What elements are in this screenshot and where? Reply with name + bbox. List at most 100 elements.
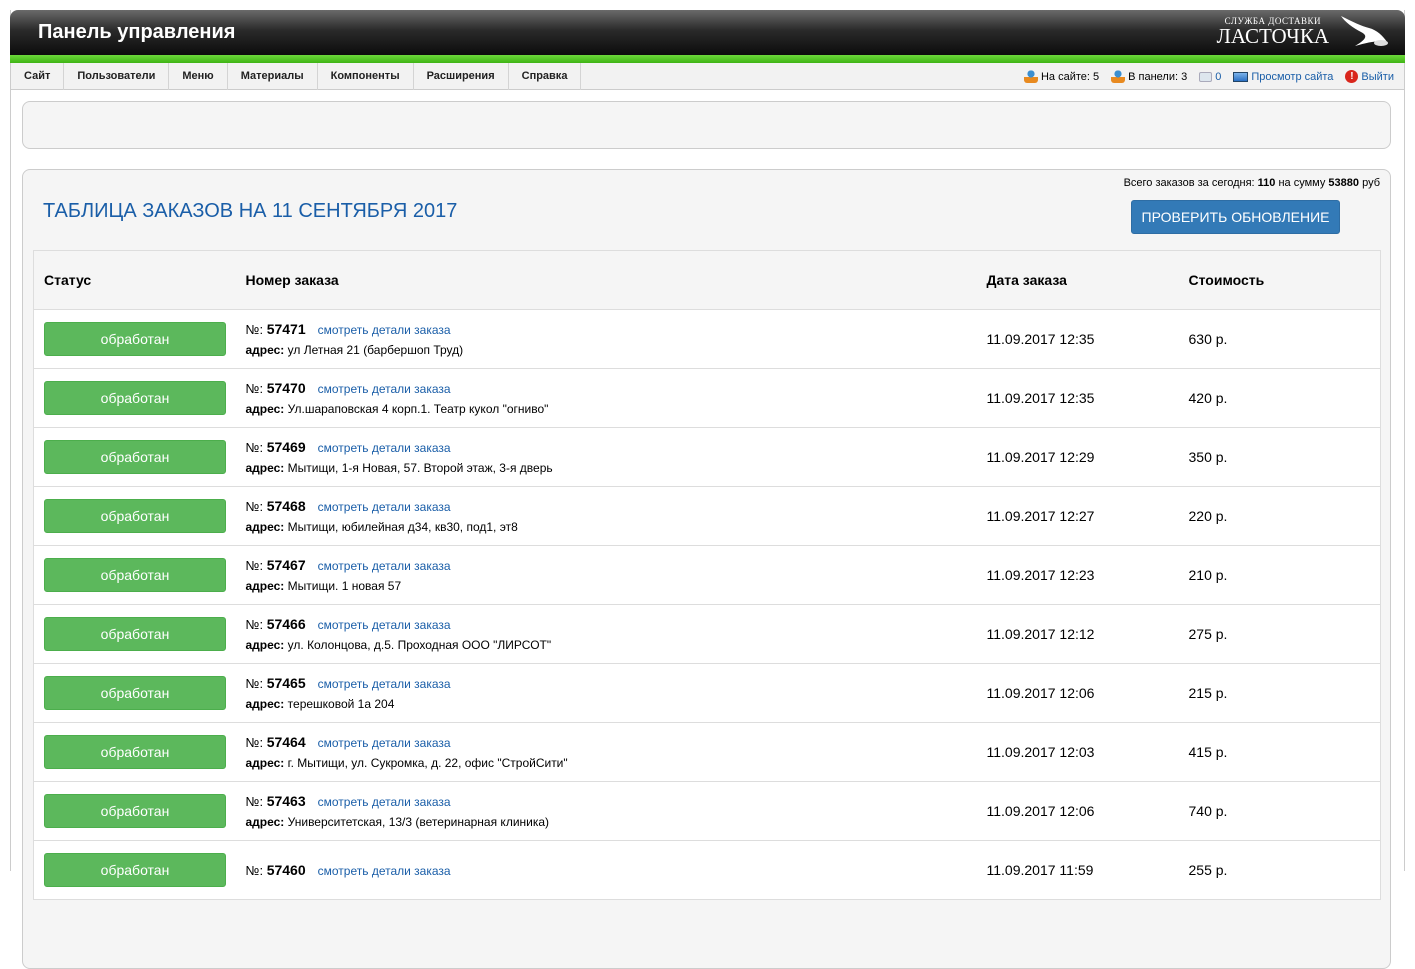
table-row: обработан №: 57471смотреть детали заказа… [34,310,1381,369]
order-price: 630 р. [1179,310,1381,369]
status-button[interactable]: обработан [44,853,226,887]
order-price: 275 р. [1179,605,1381,664]
users-icon [1024,70,1038,83]
order-date: 11.09.2017 12:35 [977,369,1179,428]
table-row: обработан №: 57470 смотреть детали заказа… [34,369,1381,428]
order-price: 420 р. [1179,369,1381,428]
address-label: адрес: [246,638,285,652]
menu-item[interactable]: Компоненты [318,63,414,90]
panel-title: Панель управления [38,21,235,44]
orders-table: Статус Номер заказа Дата заказа Стоимост… [33,250,1381,900]
order-address: ул Летная 21 (барбершоп Труд) [288,343,464,357]
status-button[interactable]: обработан [44,381,226,415]
number-label: №: [246,676,264,691]
status-button[interactable]: обработан [44,676,226,710]
order-number: 57463 [267,793,306,809]
status-bar: На сайте: 5 В панели: 3 0 Просмотр сайта… [1024,63,1394,90]
orders-panel: Всего заказов за сегодня: 110 на сумму 5… [22,169,1391,969]
address-label: адрес: [246,697,285,711]
menu-item[interactable]: Расширения [414,63,509,90]
order-number: 57471 [267,321,306,337]
order-address: терешковой 1а 204 [288,697,395,711]
order-details-link[interactable]: смотреть детали заказа [318,736,451,750]
on-site-count: На сайте: 5 [1024,70,1099,83]
order-address: Мытищи, юбилейная д34, кв30, под1, эт8 [288,520,518,534]
number-label: №: [246,499,264,514]
order-details-link[interactable]: смотреть детали заказа [318,864,451,878]
order-date: 11.09.2017 12:23 [977,546,1179,605]
status-button[interactable]: обработан [44,322,226,356]
order-details-link[interactable]: смотреть детали заказа [318,500,451,514]
admin-window: Панель управления СЛУЖБА ДОСТАВКИЛАСТОЧК… [10,10,1405,871]
order-address: Университетская, 13/3 (ветеринарная клин… [288,815,549,829]
order-details-link[interactable]: смотреть детали заказа [318,795,451,809]
order-date: 11.09.2017 12:06 [977,782,1179,841]
in-panel-count: В панели: 3 [1111,70,1187,83]
screen-icon [1233,72,1248,82]
table-row: обработан №: 57464смотреть детали заказа… [34,723,1381,782]
order-date: 11.09.2017 12:03 [977,723,1179,782]
address-label: адрес: [246,756,285,770]
order-price: 255 р. [1179,841,1381,900]
order-address: г. Мытищи, ул. Сукромка, д. 22, офис "Ст… [288,756,568,770]
number-label: №: [246,558,264,573]
address-label: адрес: [246,815,285,829]
order-date: 11.09.2017 12:29 [977,428,1179,487]
menu-item[interactable]: Пользователи [64,63,169,90]
status-button[interactable]: обработан [44,794,226,828]
address-label: адрес: [246,520,285,534]
order-details-link[interactable]: смотреть детали заказа [318,559,451,573]
menu-item[interactable]: Сайт [11,63,64,90]
status-button[interactable]: обработан [44,558,226,592]
header: Панель управления СЛУЖБА ДОСТАВКИЛАСТОЧК… [10,10,1405,55]
status-button[interactable]: обработан [44,499,226,533]
order-address: ул. Колонцова, д.5. Проходная ООО "ЛИРСО… [288,638,551,652]
menu-item[interactable]: Материалы [228,63,318,90]
order-address: Мытищи. 1 новая 57 [288,579,401,593]
order-number: 57470 [267,380,306,396]
table-row: обработан №: 57466 смотреть детали заказа… [34,605,1381,664]
order-price: 215 р. [1179,664,1381,723]
message-icon [1199,72,1212,82]
toolbar-panel [22,101,1391,149]
col-date: Дата заказа [977,251,1179,310]
order-details-link[interactable]: смотреть детали заказа [318,441,451,455]
order-date: 11.09.2017 12:06 [977,664,1179,723]
status-button[interactable]: обработан [44,617,226,651]
order-details-link[interactable]: смотреть детали заказа [318,618,451,632]
number-label: №: [246,440,264,455]
order-number: 57460 [267,862,306,878]
order-details-link[interactable]: смотреть детали заказа [318,677,451,691]
order-details-link[interactable]: смотреть детали заказа [318,323,451,337]
admins-icon [1111,70,1125,83]
order-number: 57468 [267,498,306,514]
logout-link[interactable]: !Выйти [1345,70,1394,83]
table-row: обработан №: 57465 смотреть детали заказа… [34,664,1381,723]
check-update-button[interactable]: ПРОВЕРИТЬ ОБНОВЛЕНИЕ [1131,200,1340,234]
table-row: обработан №: 57460смотреть детали заказа… [34,841,1381,900]
address-label: адрес: [246,579,285,593]
logo: СЛУЖБА ДОСТАВКИЛАСТОЧКА [1217,12,1391,50]
order-number: 57467 [267,557,306,573]
menu-item[interactable]: Справка [509,63,582,90]
order-price: 350 р. [1179,428,1381,487]
order-number: 57469 [267,439,306,455]
order-number: 57465 [267,675,306,691]
messages-link[interactable]: 0 [1199,71,1221,83]
menu-item[interactable]: Меню [169,63,227,90]
order-address: Мытищи, 1-я Новая, 57. Второй этаж, 3-я … [288,461,553,475]
number-label: №: [246,794,264,809]
order-price: 220 р. [1179,487,1381,546]
number-label: №: [246,617,264,632]
order-details-link[interactable]: смотреть детали заказа [318,382,451,396]
number-label: №: [246,735,264,750]
order-date: 11.09.2017 12:27 [977,487,1179,546]
number-label: №: [246,381,264,396]
swallow-icon [1339,12,1391,50]
address-label: адрес: [246,461,285,475]
status-button[interactable]: обработан [44,440,226,474]
order-number: 57466 [267,616,306,632]
view-site-link[interactable]: Просмотр сайта [1233,71,1333,83]
main-menu: СайтПользователиМенюМатериалыКомпонентыР… [11,63,1404,90]
status-button[interactable]: обработан [44,735,226,769]
